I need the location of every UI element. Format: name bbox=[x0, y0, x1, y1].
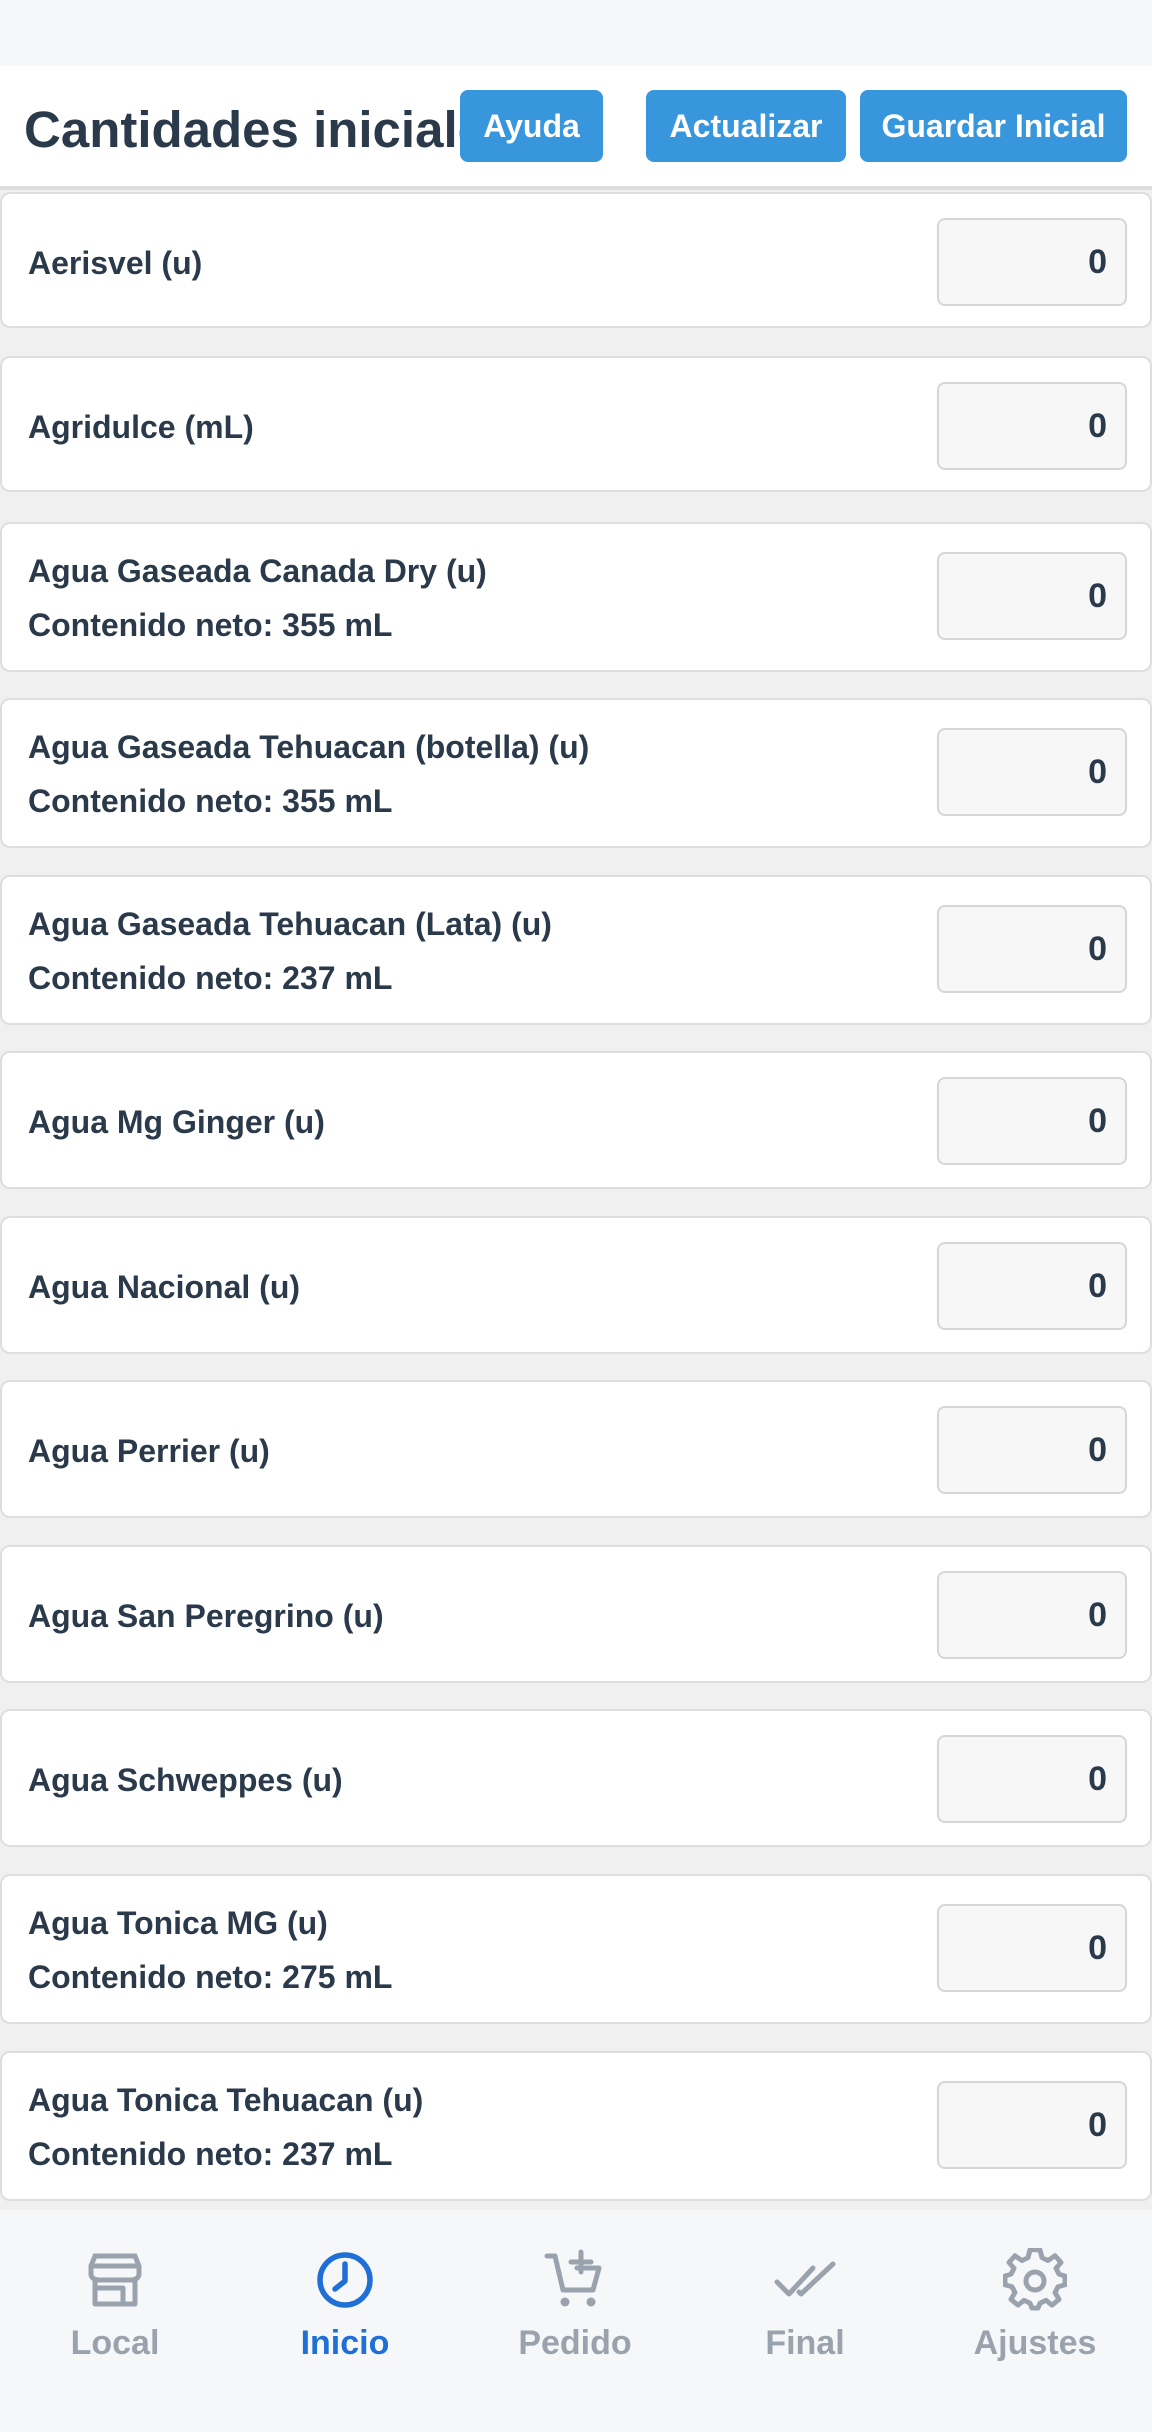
save-initial-button[interactable]: Guardar Inicial bbox=[860, 90, 1127, 162]
product-name: Agua Mg Ginger (u) bbox=[28, 1104, 325, 1140]
product-name: Agua Gaseada Tehuacan (Lata) (u) bbox=[28, 906, 552, 942]
quantity-input[interactable] bbox=[937, 1571, 1127, 1659]
nav-label-final: Final bbox=[765, 2324, 845, 2362]
list-item: Agua Mg Ginger (u) bbox=[0, 1051, 1152, 1189]
product-name: Agua Gaseada Tehuacan (botella) (u) bbox=[28, 729, 590, 765]
product-detail: Contenido neto: 237 mL bbox=[28, 2136, 393, 2172]
bottom-nav: Local Inicio Pedido Final Ajustes bbox=[0, 2210, 1152, 2432]
product-name: Agua Schweppes (u) bbox=[28, 1762, 343, 1798]
list-item: Agua San Peregrino (u) bbox=[0, 1545, 1152, 1683]
list-item: Agua Tonica MG (u) Contenido neto: 275 m… bbox=[0, 1874, 1152, 2024]
list-item: Agua Gaseada Tehuacan (Lata) (u) Conteni… bbox=[0, 875, 1152, 1025]
cart-add-icon bbox=[544, 2249, 602, 2307]
list-item: Agridulce (mL) bbox=[0, 356, 1152, 492]
list-item: Aerisvel (u) bbox=[0, 192, 1152, 328]
list-item: Agua Nacional (u) bbox=[0, 1216, 1152, 1354]
product-detail: Contenido neto: 237 mL bbox=[28, 960, 393, 996]
list-item: Agua Gaseada Tehuacan (botella) (u) Cont… bbox=[0, 698, 1152, 848]
nav-item-ajustes[interactable]: Ajustes bbox=[935, 2248, 1135, 2388]
nav-item-final[interactable]: Final bbox=[705, 2248, 905, 2388]
nav-label-ajustes: Ajustes bbox=[973, 2324, 1097, 2362]
clock-icon bbox=[317, 2252, 373, 2308]
product-name: Agridulce (mL) bbox=[28, 409, 254, 445]
double-check-icon bbox=[774, 2261, 836, 2297]
nav-item-local[interactable]: Local bbox=[15, 2248, 215, 2388]
update-button[interactable]: Actualizar bbox=[646, 90, 846, 162]
product-detail: Contenido neto: 355 mL bbox=[28, 783, 393, 819]
quantity-input[interactable] bbox=[937, 2081, 1127, 2169]
gear-icon bbox=[1003, 2248, 1067, 2311]
status-bar bbox=[0, 0, 1152, 66]
header: Cantidades iniciales Ayuda Actualizar Gu… bbox=[0, 66, 1152, 190]
help-button[interactable]: Ayuda bbox=[460, 90, 603, 162]
product-name: Aerisvel (u) bbox=[28, 245, 203, 281]
page-title: Cantidades iniciales bbox=[24, 101, 515, 158]
quantity-input[interactable] bbox=[937, 728, 1127, 816]
product-name: Agua Gaseada Canada Dry (u) bbox=[28, 553, 487, 589]
quantity-input[interactable] bbox=[937, 1904, 1127, 1992]
product-name: Agua Tonica Tehuacan (u) bbox=[28, 2082, 424, 2118]
quantity-input[interactable] bbox=[937, 1735, 1127, 1823]
store-icon bbox=[88, 2253, 142, 2307]
quantity-input[interactable] bbox=[937, 1242, 1127, 1330]
quantity-input[interactable] bbox=[937, 382, 1127, 470]
nav-label-inicio: Inicio bbox=[300, 2324, 390, 2362]
product-name: Agua San Peregrino (u) bbox=[28, 1598, 384, 1634]
quantity-input[interactable] bbox=[937, 1406, 1127, 1494]
product-detail: Contenido neto: 355 mL bbox=[28, 607, 393, 643]
list-item: Agua Perrier (u) bbox=[0, 1380, 1152, 1518]
nav-label-local: Local bbox=[70, 2324, 160, 2362]
nav-item-inicio[interactable]: Inicio bbox=[245, 2248, 445, 2388]
product-detail: Contenido neto: 275 mL bbox=[28, 1959, 393, 1995]
product-name: Agua Tonica MG (u) bbox=[28, 1905, 328, 1941]
nav-item-pedido[interactable]: Pedido bbox=[475, 2248, 675, 2388]
quantity-input[interactable] bbox=[937, 552, 1127, 640]
product-name: Agua Perrier (u) bbox=[28, 1433, 270, 1469]
quantity-input[interactable] bbox=[937, 905, 1127, 993]
list-item: Agua Gaseada Canada Dry (u) Contenido ne… bbox=[0, 522, 1152, 672]
quantity-input[interactable] bbox=[937, 1077, 1127, 1165]
list-item: Agua Tonica Tehuacan (u) Contenido neto:… bbox=[0, 2051, 1152, 2201]
product-name: Agua Nacional (u) bbox=[28, 1269, 301, 1305]
nav-label-pedido: Pedido bbox=[518, 2324, 632, 2362]
quantity-input[interactable] bbox=[937, 218, 1127, 306]
list-item: Agua Schweppes (u) bbox=[0, 1709, 1152, 1847]
